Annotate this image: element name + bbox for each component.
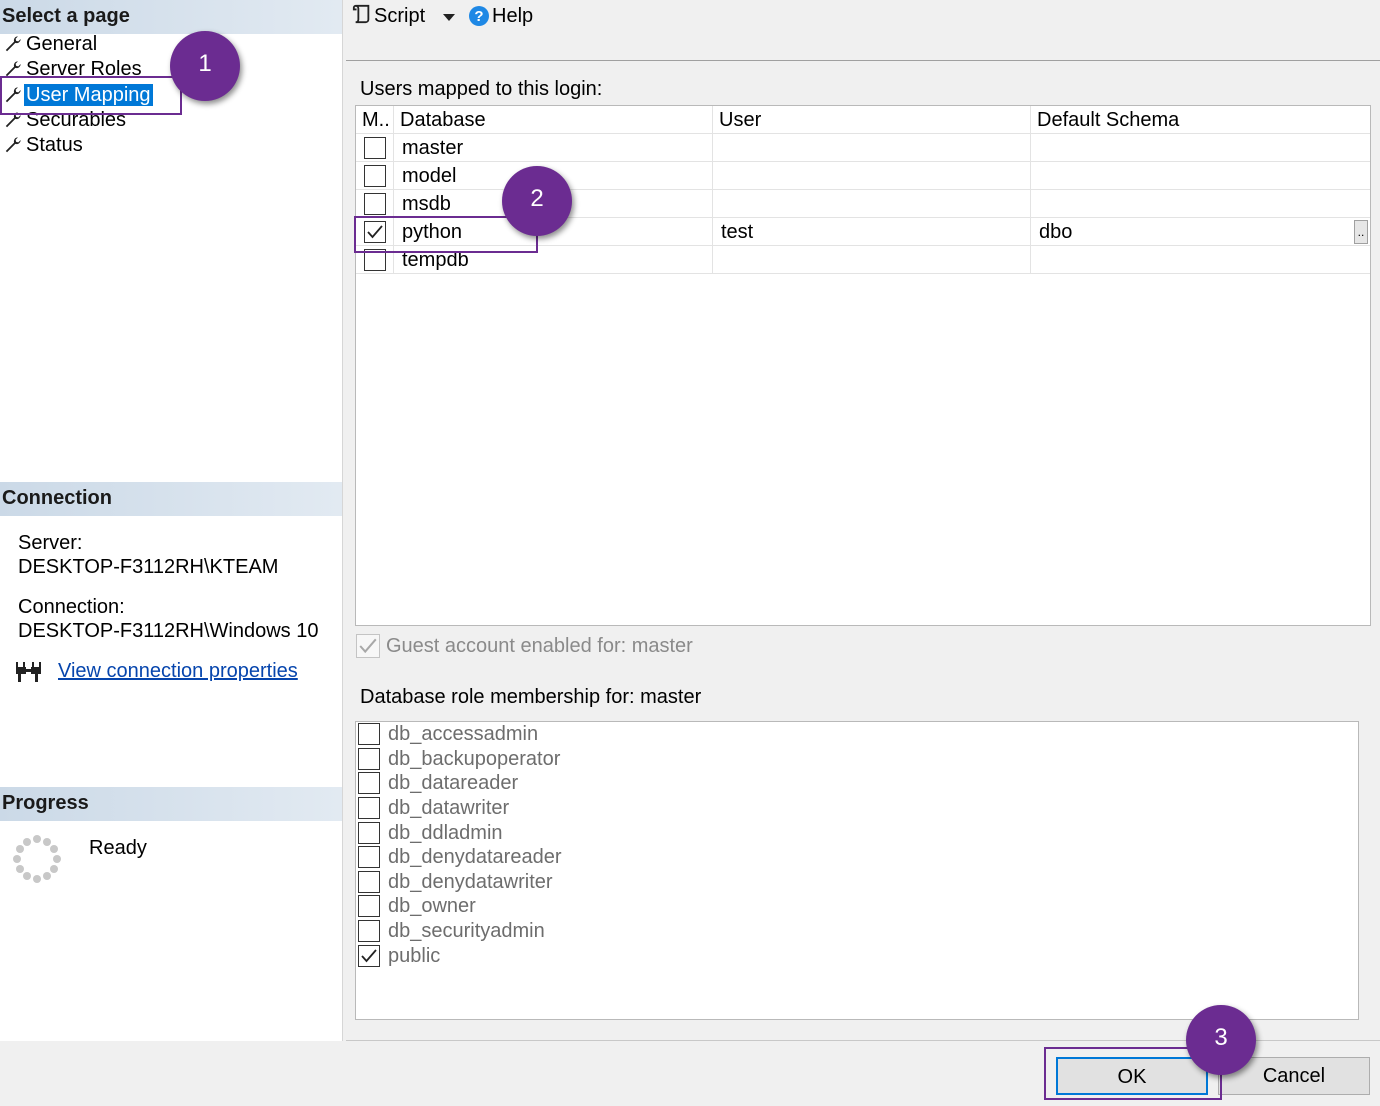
toolbar-divider [346,60,1380,61]
connection-value: DESKTOP-F3112RH\Windows 10 [18,620,319,642]
table-row: master [356,134,1370,162]
list-item[interactable]: db_owner [358,894,476,918]
page-item-general[interactable]: General [4,32,99,56]
user-cell[interactable]: test [713,218,1031,246]
role-membership-list: db_accessadmin db_backupoperator db_data… [355,721,1359,1020]
list-item[interactable]: db_datawriter [358,796,509,820]
map-checkbox[interactable] [364,165,386,187]
annotation-step-3: 3 [1186,1005,1256,1075]
page-label: General [26,33,98,55]
role-checkbox[interactable] [358,772,380,794]
list-item[interactable]: db_backupoperator [358,747,560,771]
user-cell[interactable] [713,246,1031,274]
list-item[interactable]: db_denydatareader [358,845,561,869]
list-item[interactable]: public [358,944,440,968]
database-cell: master [394,134,713,162]
toolbar: Script ? Help [344,0,1380,32]
users-mapped-title: Users mapped to this login: [360,78,603,100]
list-item[interactable]: db_denydatawriter [358,870,553,894]
map-cell [356,190,394,218]
role-checkbox[interactable] [358,748,380,770]
svg-text:?: ? [474,8,483,25]
script-label: Script [374,5,426,27]
connection-label: Connection: [18,596,125,618]
schema-cell[interactable] [1031,246,1370,274]
schema-cell[interactable] [1031,134,1370,162]
role-label: db_datawriter [388,797,510,819]
role-checkbox[interactable] [358,822,380,844]
progress-header: Progress [0,787,342,821]
role-label: db_backupoperator [388,748,561,770]
role-label: public [388,945,441,967]
role-label: db_owner [388,895,476,917]
role-membership-title: Database role membership for: master [360,686,702,708]
user-cell[interactable] [713,134,1031,162]
role-checkbox[interactable] [358,920,380,942]
role-label: db_datareader [388,772,519,794]
role-checkbox[interactable] [358,723,380,745]
role-checkbox[interactable] [358,895,380,917]
user-cell[interactable] [713,190,1031,218]
role-checkbox-checked[interactable] [358,945,380,967]
page-item-status[interactable]: Status [4,133,85,157]
help-label: Help [492,5,534,27]
column-header-database[interactable]: Database [394,106,713,134]
schema-browse-button[interactable]: .. [1354,220,1368,244]
role-checkbox[interactable] [358,797,380,819]
progress-spinner-icon [12,834,62,884]
map-checkbox[interactable] [364,137,386,159]
role-label: db_securityadmin [388,920,545,942]
checkmark-icon [359,638,377,654]
annotation-step-1: 1 [170,31,240,101]
role-checkbox[interactable] [358,846,380,868]
role-label: db_ddladmin [388,822,503,844]
wrench-icon [4,32,24,59]
wrench-icon [4,133,24,160]
schema-cell[interactable]: dbo .. [1031,218,1370,246]
map-cell [356,134,394,162]
connection-properties-icon [14,659,44,685]
column-header-user[interactable]: User [713,106,1031,134]
column-header-map[interactable]: M.. [356,106,394,134]
list-item[interactable]: db_accessadmin [358,722,538,746]
page-label: Status [26,134,83,156]
connection-header: Connection [0,482,342,516]
progress-status: Ready [89,837,147,859]
schema-cell[interactable] [1031,162,1370,190]
role-label: db_accessadmin [388,723,539,745]
role-checkbox[interactable] [358,871,380,893]
script-dropdown-arrow-icon[interactable] [442,2,456,30]
user-cell[interactable] [713,162,1031,190]
help-button[interactable]: ? Help [468,2,533,35]
role-label: db_denydatareader [388,846,562,868]
map-checkbox[interactable] [364,193,386,215]
list-item[interactable]: db_ddladmin [358,821,503,845]
list-item[interactable]: db_datareader [358,771,518,795]
guest-account-checkbox[interactable] [356,634,380,658]
annotation-step-2: 2 [502,166,572,236]
script-icon [352,2,374,34]
checkmark-icon [361,949,377,963]
schema-cell[interactable] [1031,190,1370,218]
script-button[interactable]: Script [352,2,425,34]
role-label: db_denydatawriter [388,871,553,893]
view-connection-properties-link[interactable]: View connection properties [58,659,298,683]
map-cell [356,162,394,190]
list-item[interactable]: db_securityadmin [358,919,545,943]
select-page-header: Select a page [0,0,342,34]
column-header-default-schema[interactable]: Default Schema [1031,106,1370,134]
annotation-highlight-user-mapping [0,76,182,115]
page-selector-panel: Select a page General Server Roles User … [0,0,343,1041]
help-icon: ? [468,2,492,35]
schema-value: dbo [1039,221,1073,243]
guest-account-label: Guest account enabled for: master [386,635,693,657]
server-label: Server: [18,532,83,554]
server-value: DESKTOP-F3112RH\KTEAM [18,556,279,578]
